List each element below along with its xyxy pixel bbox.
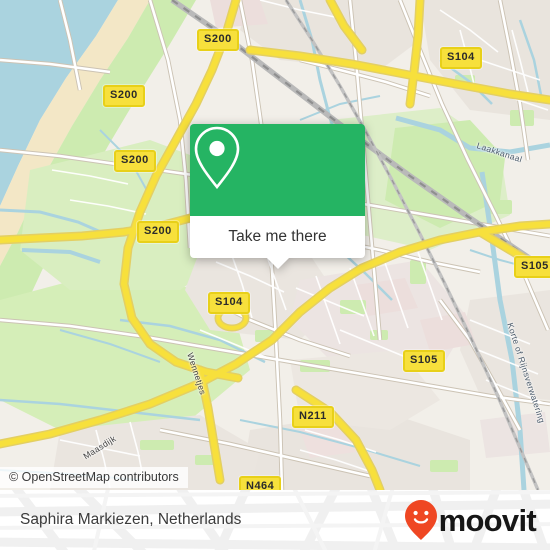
- moovit-logo[interactable]: moovit: [404, 499, 537, 541]
- road-shield[interactable]: S200: [103, 85, 145, 107]
- popup-pointer-tail: [266, 258, 289, 269]
- popup-header: [190, 124, 365, 216]
- osm-attribution[interactable]: © OpenStreetMap contributors: [0, 467, 188, 488]
- place-title: Saphira Markiezen, Netherlands: [20, 511, 242, 528]
- popup-footer[interactable]: Take me there: [190, 216, 365, 269]
- moovit-wordmark: moovit: [438, 502, 537, 538]
- road-shield[interactable]: N464: [239, 476, 282, 490]
- take-me-there-label: Take me there: [228, 228, 327, 245]
- footer-bar: Saphira Markiezen, Netherlands moovit: [0, 490, 550, 550]
- road-shield[interactable]: S104: [440, 47, 482, 69]
- road-shield[interactable]: S105: [403, 350, 445, 372]
- road-shield[interactable]: S104: [208, 292, 250, 314]
- road-shield[interactable]: S200: [197, 29, 239, 51]
- map-canvas[interactable]: S200 S104 S200 S200 S200 S105 S104 S105 …: [0, 0, 550, 490]
- moovit-smiley-pin-icon: [404, 500, 437, 540]
- road-shield[interactable]: S200: [137, 221, 179, 243]
- road-shield[interactable]: N211: [292, 406, 334, 428]
- road-shield[interactable]: S200: [114, 150, 156, 172]
- map-page: S200 S104 S200 S200 S200 S105 S104 S105 …: [0, 0, 550, 550]
- road-shield[interactable]: S105: [514, 256, 550, 278]
- location-popup-card[interactable]: Take me there: [190, 124, 365, 269]
- map-pin-icon: [194, 126, 240, 190]
